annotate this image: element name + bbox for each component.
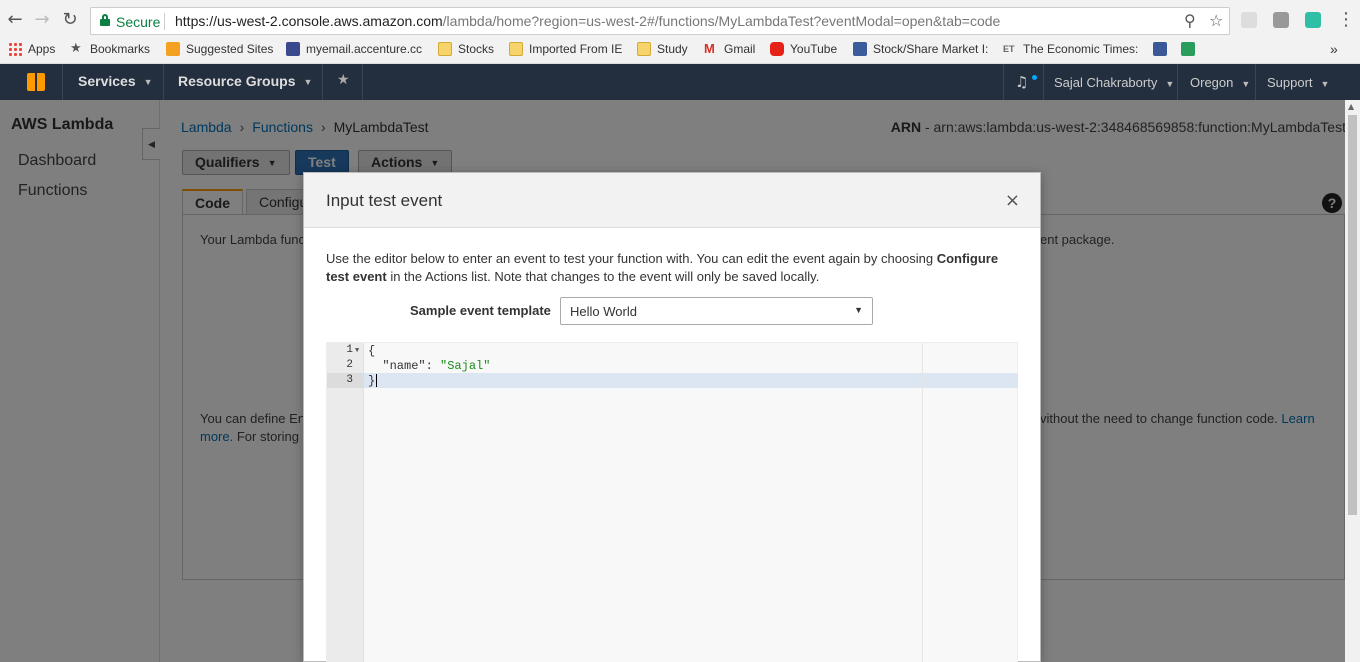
close-icon[interactable]: × bbox=[1005, 190, 1020, 211]
chevron-down-icon: ▼ bbox=[143, 77, 153, 88]
chevron-down-icon: ▼ bbox=[854, 305, 863, 315]
divider bbox=[62, 64, 63, 100]
extension-icon[interactable] bbox=[1273, 12, 1289, 28]
back-arrow-icon[interactable]: ← bbox=[5, 10, 25, 30]
facebook-icon bbox=[1153, 41, 1167, 56]
modal-description: Use the editor below to enter an event t… bbox=[326, 251, 999, 284]
bookmark-apps[interactable]: Apps bbox=[8, 40, 55, 64]
lock-icon bbox=[100, 14, 110, 26]
folder-icon bbox=[637, 41, 651, 56]
page-scrollbar[interactable]: ▲ bbox=[1345, 100, 1360, 662]
bookmark-green-site[interactable] bbox=[1181, 40, 1201, 64]
bell-icon[interactable]: ♫ bbox=[1015, 73, 1028, 91]
modal-header: Input test event × bbox=[304, 173, 1040, 228]
active-line-highlight bbox=[364, 373, 1018, 388]
chevron-down-icon: ▼ bbox=[1165, 78, 1175, 89]
line-number: 1 bbox=[346, 344, 353, 356]
divider bbox=[1003, 64, 1004, 100]
suggested-sites-icon bbox=[166, 41, 180, 56]
line-number: 3 bbox=[346, 374, 353, 386]
input-test-event-modal: Input test event × Use the editor below … bbox=[303, 172, 1041, 662]
code-line-2: "name": "Sajal" bbox=[382, 359, 491, 373]
editor-gutter bbox=[327, 343, 364, 662]
economic-times-icon: ET bbox=[1003, 43, 1015, 54]
extension-icon[interactable] bbox=[1241, 12, 1257, 28]
resource-groups-menu[interactable]: Resource Groups ▼ bbox=[178, 73, 312, 89]
forward-arrow-icon[interactable]: → bbox=[32, 10, 52, 30]
divider bbox=[322, 64, 323, 100]
user-menu[interactable]: Sajal Chakraborty ▼ bbox=[1054, 75, 1174, 90]
divider bbox=[362, 64, 363, 100]
reload-icon[interactable]: ↻ bbox=[60, 10, 80, 30]
stock-market-icon bbox=[853, 41, 867, 56]
line-number: 2 bbox=[346, 359, 353, 371]
star-icon[interactable]: ☆ bbox=[1209, 11, 1223, 30]
divider bbox=[1255, 64, 1256, 100]
chevron-down-icon: ▼ bbox=[303, 77, 313, 88]
chevron-down-icon: ▼ bbox=[1320, 78, 1330, 89]
bookmarks-bar: Apps ★ Bookmarks Suggested Sites myemail.… bbox=[0, 40, 1360, 64]
region-menu[interactable]: Oregon ▼ bbox=[1190, 75, 1250, 90]
bookmark-imported[interactable]: Imported From IE bbox=[509, 40, 622, 64]
aws-logo-icon[interactable] bbox=[27, 73, 45, 91]
sample-template-label: Sample event template bbox=[410, 303, 551, 318]
bookmark-stock-share-market[interactable]: Stock/Share Market I: bbox=[853, 40, 988, 64]
bookmark-study[interactable]: Study bbox=[637, 40, 688, 64]
star-icon: ★ bbox=[70, 40, 82, 56]
bookmark-youtube[interactable]: YouTube bbox=[770, 40, 837, 64]
more-bookmarks-icon[interactable]: » bbox=[1330, 40, 1338, 64]
chevron-down-icon: ▼ bbox=[1241, 78, 1251, 89]
text-cursor bbox=[376, 374, 378, 388]
bookmark-gmail[interactable]: M Gmail bbox=[704, 40, 755, 64]
divider bbox=[1043, 64, 1044, 100]
sample-template-select[interactable]: Hello World ▼ bbox=[560, 297, 873, 325]
notification-dot bbox=[1032, 75, 1037, 80]
print-margin bbox=[922, 343, 923, 662]
bookmark-bookmarks[interactable]: ★ Bookmarks bbox=[70, 40, 150, 64]
bookmark-stocks[interactable]: Stocks bbox=[438, 40, 494, 64]
event-json-editor[interactable]: 1 ▼ 2 3 { "name": "Sajal" } bbox=[326, 342, 1018, 662]
search-icon[interactable]: ⚲ bbox=[1184, 11, 1196, 30]
folder-icon bbox=[438, 41, 452, 56]
bookmark-myemail[interactable]: myemail.accenture.cc bbox=[286, 40, 422, 64]
divider bbox=[163, 64, 164, 100]
scroll-up-icon[interactable]: ▲ bbox=[1348, 102, 1354, 111]
chrome-menu-icon[interactable]: ⋮ bbox=[1336, 10, 1356, 30]
gmail-icon: M bbox=[704, 40, 715, 56]
modal-title: Input test event bbox=[326, 191, 443, 210]
youtube-icon bbox=[770, 41, 784, 56]
bookmark-facebook[interactable] bbox=[1153, 40, 1173, 64]
address-bar[interactable]: Secure https://us-west-2.console.aws.ama… bbox=[90, 7, 1230, 35]
apps-grid-icon bbox=[8, 41, 22, 56]
divider bbox=[164, 13, 165, 30]
aws-console-nav: Services ▼ Resource Groups ▼ ★ ♫ Sajal Cha… bbox=[0, 64, 1360, 100]
pin-icon[interactable]: ★ bbox=[337, 72, 350, 88]
folder-icon bbox=[509, 41, 523, 56]
scrollbar-thumb[interactable] bbox=[1348, 115, 1357, 515]
bookmark-economic-times[interactable]: ET The Economic Times: bbox=[1003, 40, 1138, 64]
secure-label: Secure bbox=[116, 14, 161, 30]
bookmark-site-icon bbox=[1181, 41, 1195, 56]
divider bbox=[1177, 64, 1178, 100]
fold-toggle-icon[interactable]: ▼ bbox=[355, 347, 359, 355]
services-menu[interactable]: Services ▼ bbox=[78, 73, 153, 89]
url-text[interactable]: https://us-west-2.console.aws.amazon.com… bbox=[175, 13, 1000, 29]
browser-toolbar: ← → ↻ Secure https://us-west-2.console.a… bbox=[0, 0, 1360, 40]
code-line-1: { bbox=[368, 344, 376, 358]
code-line-3: } bbox=[368, 374, 378, 388]
email-icon bbox=[286, 41, 300, 56]
bookmark-suggested-sites[interactable]: Suggested Sites bbox=[166, 40, 273, 64]
extension-icon[interactable] bbox=[1305, 12, 1321, 28]
support-menu[interactable]: Support ▼ bbox=[1267, 75, 1329, 90]
